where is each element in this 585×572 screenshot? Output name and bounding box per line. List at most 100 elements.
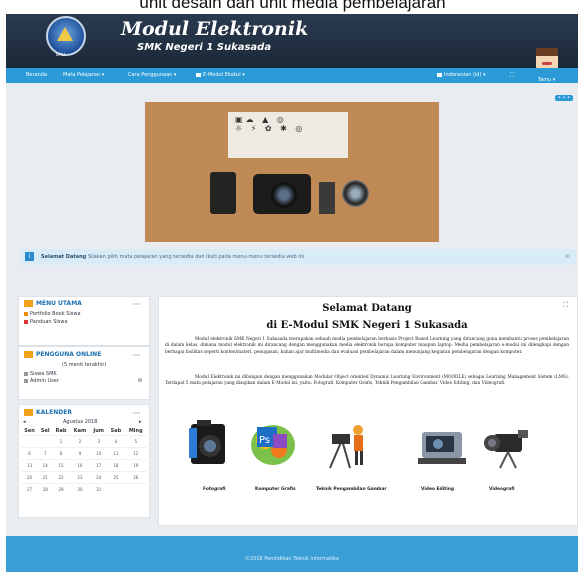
online-user[interactable]: Siswa SMK: [24, 371, 57, 377]
menu-item-portfolio-label: Portfolio Book Siswa: [30, 311, 81, 317]
course-label[interactable]: Videografi: [489, 487, 515, 492]
calendar-day[interactable]: 11: [107, 447, 125, 460]
doc-icon: [24, 319, 28, 324]
photo-mode-icons: ▣☁ ▲ ◎ ☼ ⚡ ✿ ✱ ◎: [235, 115, 306, 133]
online-user-label: Admin User: [30, 378, 59, 384]
nav-item-ekskul[interactable]: E-Modul Ekskul ▾: [196, 72, 245, 78]
calendar-day[interactable]: 26: [124, 471, 147, 484]
day-header: Kam: [73, 428, 87, 434]
calendar-day[interactable]: 29: [52, 483, 70, 495]
calendar-day[interactable]: 1: [52, 435, 70, 448]
alert-strong: Selamat Datang: [41, 254, 87, 260]
online-user-label: Siswa SMK: [30, 371, 57, 377]
menu-icon: [24, 300, 33, 307]
nav-item-guide[interactable]: Cara Penggunaan ▾: [128, 72, 176, 78]
day-header: Sel: [40, 428, 50, 434]
block-main-menu-label: MENU UTAMA: [36, 300, 82, 307]
calendar-day[interactable]: 27: [21, 483, 39, 495]
calendar-day[interactable]: 24: [90, 471, 108, 484]
calendar-day[interactable]: 30: [69, 483, 91, 495]
calendar-day[interactable]: 10: [90, 447, 108, 460]
calendar-day[interactable]: 2: [69, 435, 91, 448]
calendar-day[interactable]: 18: [107, 459, 125, 472]
nav-item-home[interactable]: Beranda: [26, 72, 47, 78]
course-grafis-icon[interactable]: Ps: [243, 418, 297, 472]
main-heading: Selamat Datang: [322, 303, 412, 314]
flash-graphic: [210, 172, 236, 214]
calendar-day[interactable]: 20: [21, 471, 39, 484]
calendar-day[interactable]: 22: [52, 471, 70, 484]
calendar-day[interactable]: 28: [38, 483, 53, 495]
block-controls[interactable]: ▭▭: [133, 301, 141, 306]
strap-graphic: [319, 182, 335, 214]
calendar-day[interactable]: 15: [52, 459, 70, 472]
calendar-day[interactable]: 13: [21, 459, 39, 472]
close-icon[interactable]: ⊗: [565, 253, 570, 260]
online-note: (5 menit terakhir): [62, 362, 107, 368]
online-user[interactable]: Admin User: [24, 378, 59, 384]
calendar-day[interactable]: 21: [38, 471, 53, 484]
nav-item-ekskul-label: E-Modul Ekskul: [203, 72, 241, 78]
calendar-grid: Sen Sel Rab Kam Jum Sab Ming 12345 67891…: [21, 427, 147, 495]
calendar-day[interactable]: 14: [38, 459, 53, 472]
calendar-day[interactable]: 7: [38, 447, 53, 460]
calendar-day[interactable]: 23: [69, 471, 91, 484]
calendar-day[interactable]: 6: [21, 447, 39, 460]
next-month-arrow[interactable]: ▸: [139, 419, 142, 425]
block-calendar-label: KALENDER: [36, 409, 72, 416]
menu-item-portfolio[interactable]: Portfolio Book Siswa: [24, 311, 81, 317]
course-label[interactable]: Komputer Grafis: [255, 487, 296, 492]
course-video-editing-icon[interactable]: [416, 418, 470, 472]
calendar-day[interactable]: 31: [90, 483, 108, 495]
calendar-day[interactable]: [21, 435, 39, 448]
lms-paragraph: Modul Elektronik ini dibangun dengan men…: [165, 375, 569, 387]
course-label[interactable]: Video Editing: [421, 487, 454, 492]
nav-item-subjects[interactable]: Mata Pelajaran ▾: [63, 72, 104, 78]
site-subtitle: SMK Negeri 1 Sukasada: [137, 42, 272, 53]
day-header: Jum: [93, 428, 105, 434]
calendar-day[interactable]: 19: [124, 459, 147, 472]
more-options-button[interactable]: • • •: [555, 95, 573, 101]
calendar-day[interactable]: [107, 483, 125, 495]
footer: [6, 536, 578, 572]
block-calendar-title: KALENDER: [24, 409, 72, 416]
logo-label: BALI: [56, 52, 65, 57]
language-menu[interactable]: Indonesian (id) ▾: [437, 72, 486, 78]
menu-item-guide[interactable]: Panduan Siswa: [24, 319, 68, 325]
course-label[interactable]: Fotografi: [203, 487, 225, 492]
calendar-day[interactable]: 3: [90, 435, 108, 448]
calendar-day[interactable]: [124, 483, 147, 495]
calendar-day[interactable]: [38, 435, 53, 448]
calendar-day[interactable]: 25: [107, 471, 125, 484]
calendar-day[interactable]: 16: [69, 459, 91, 472]
course-videografi-icon[interactable]: [482, 418, 536, 472]
course-fotografi-icon[interactable]: [183, 418, 237, 472]
calendar-day[interactable]: 17: [90, 459, 108, 472]
calendar-day[interactable]: 8: [52, 447, 70, 460]
users-icon: [24, 351, 33, 358]
site-title[interactable]: Modul Elektronik: [121, 18, 308, 40]
banner-image: ▣☁ ▲ ◎ ☼ ⚡ ✿ ✱ ◎: [145, 102, 439, 242]
calendar-day[interactable]: 9: [69, 447, 91, 460]
block-controls[interactable]: ▭▭: [133, 352, 141, 357]
user-icon: [24, 371, 28, 376]
prev-month-arrow[interactable]: ◂: [23, 419, 26, 425]
course-teknik-icon[interactable]: [320, 418, 374, 472]
course-label[interactable]: Teknik Pengambilan Gambar: [316, 487, 387, 492]
folder-icon: [24, 311, 28, 316]
user-avatar[interactable]: [536, 48, 558, 70]
fullscreen-icon[interactable]: ⛶: [510, 72, 514, 78]
info-icon: i: [25, 252, 34, 261]
calendar-day[interactable]: 12: [124, 447, 147, 460]
message-icon[interactable]: ✉: [138, 378, 142, 384]
alert-body: Silakan pilih mata pelajaran yang tersed…: [87, 254, 305, 260]
user-menu[interactable]: Tamu ▾: [538, 77, 555, 83]
calendar-day[interactable]: 5: [124, 435, 147, 448]
day-header: Sab: [110, 428, 122, 434]
calendar-week: 13 14 15 16 17 18 19: [21, 459, 147, 472]
block-main-menu-title: MENU UTAMA: [24, 300, 82, 307]
block-controls[interactable]: ▭▭: [133, 410, 141, 415]
calendar-header-row: Sen Sel Rab Kam Jum Sab Ming: [21, 427, 147, 436]
calendar-day[interactable]: 4: [107, 435, 125, 448]
school-logo[interactable]: [46, 16, 86, 56]
